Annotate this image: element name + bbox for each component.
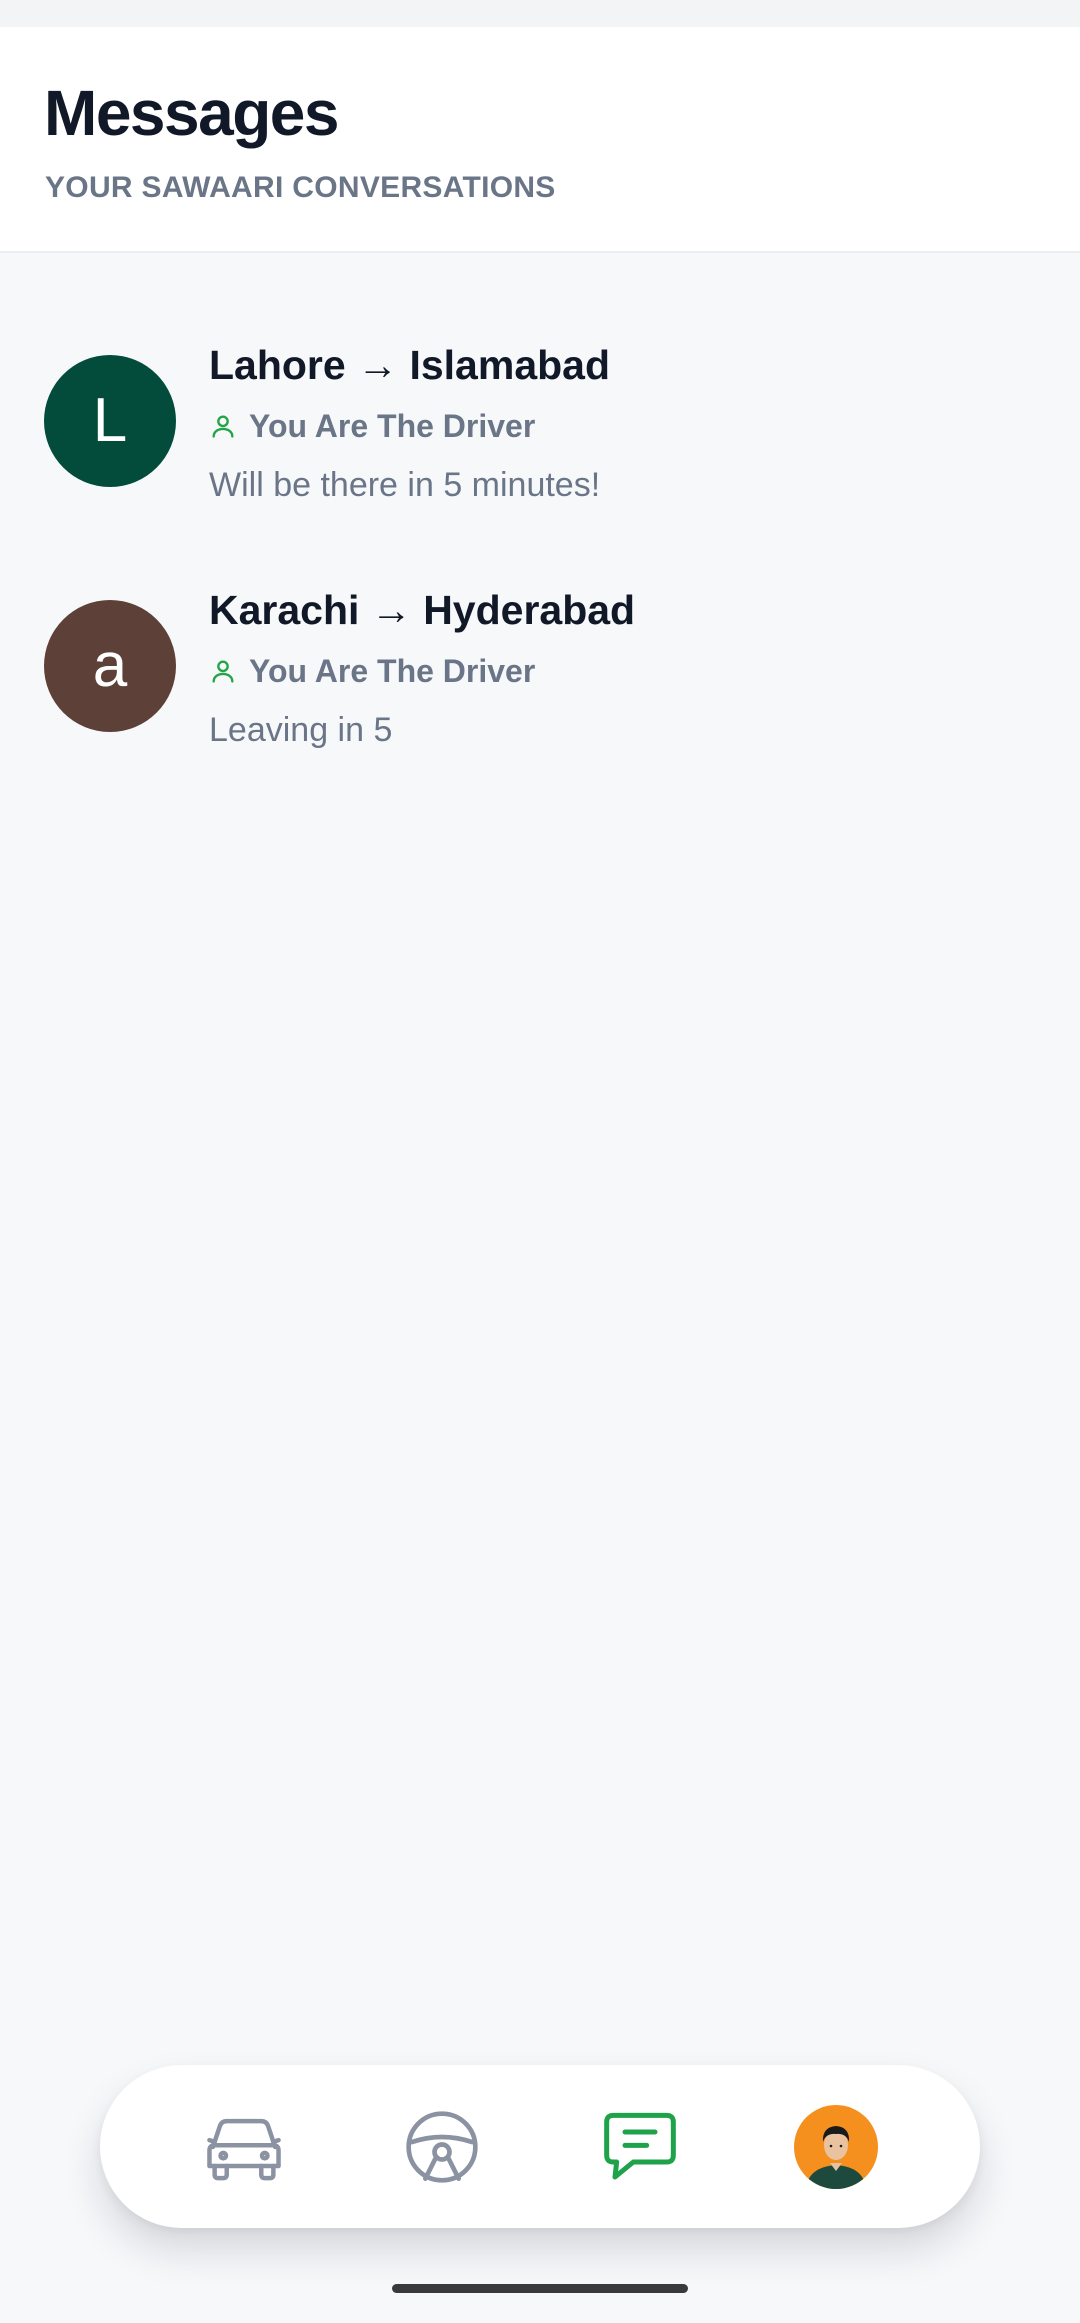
status-bar bbox=[0, 0, 1080, 27]
tab-profile[interactable] bbox=[790, 2101, 882, 2193]
home-indicator[interactable] bbox=[392, 2284, 688, 2293]
tab-messages[interactable] bbox=[594, 2101, 686, 2193]
role-label: You Are The Driver bbox=[249, 653, 536, 689]
page-header: Messages YOUR SAWAARI CONVERSATIONS bbox=[0, 27, 1080, 253]
steering-wheel-icon bbox=[406, 2111, 478, 2183]
conversation-avatar: a bbox=[44, 600, 176, 732]
conversation-route: Karachi → Hyderabad bbox=[209, 587, 636, 633]
role-label: You Are The Driver bbox=[249, 408, 536, 444]
chat-bubble-icon bbox=[604, 2112, 676, 2180]
user-icon bbox=[212, 660, 234, 683]
profile-avatar bbox=[794, 2105, 878, 2189]
conversation-route: Lahore → Islamabad bbox=[209, 342, 611, 388]
last-message: Will be there in 5 minutes! bbox=[209, 466, 601, 504]
messages-screen: Messages YOUR SAWAARI CONVERSATIONS L La… bbox=[0, 0, 1080, 2323]
last-message: Leaving in 5 bbox=[209, 711, 393, 749]
role-row: You Are The Driver bbox=[209, 410, 535, 442]
conversation-avatar: L bbox=[44, 355, 176, 487]
tab-rides[interactable] bbox=[198, 2101, 290, 2193]
conversation-item[interactable]: L Lahore → Islamabad You Are The Driver … bbox=[0, 253, 1080, 502]
user-icon bbox=[212, 415, 234, 438]
page-subtitle: YOUR SAWAARI CONVERSATIONS bbox=[45, 171, 556, 204]
role-row: You Are The Driver bbox=[209, 655, 535, 687]
tab-drive[interactable] bbox=[396, 2101, 488, 2193]
bottom-tab-bar bbox=[100, 2065, 980, 2228]
conversation-item[interactable]: a Karachi → Hyderabad You Are The Driver… bbox=[0, 498, 1080, 747]
car-icon bbox=[207, 2118, 281, 2181]
page-title: Messages bbox=[44, 77, 339, 149]
